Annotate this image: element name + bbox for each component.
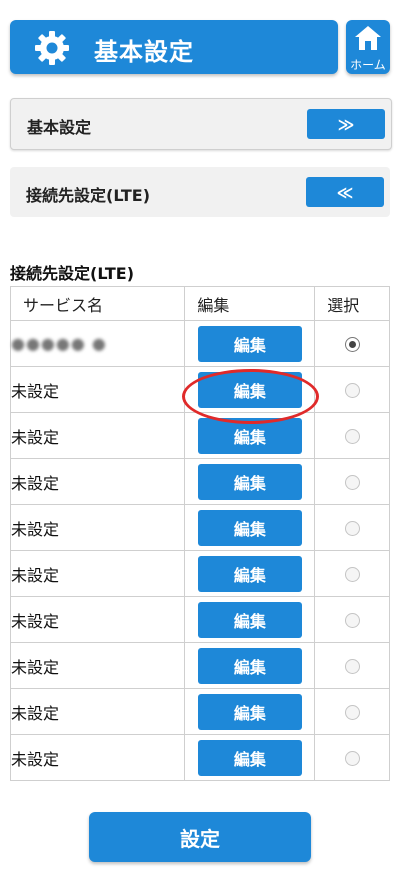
select-radio[interactable] <box>344 521 360 536</box>
edit-cell: 編集 <box>184 596 316 643</box>
table-header-row: サービス名 編集 選択 <box>9 286 390 321</box>
select-cell <box>314 412 390 459</box>
table-row: 未設定 編集 <box>9 688 390 735</box>
service-name: 未設定 <box>9 504 186 551</box>
edit-button[interactable]: 編集 <box>197 601 302 638</box>
edit-button[interactable]: 編集 <box>197 693 302 730</box>
section-label: 基本設定 <box>27 118 92 137</box>
edit-button[interactable]: 編集 <box>197 739 302 776</box>
edit-button[interactable]: 編集 <box>197 417 302 454</box>
select-cell <box>314 504 390 551</box>
table-row: 未設定 編集 <box>9 366 390 413</box>
select-radio[interactable] <box>344 613 360 628</box>
home-icon <box>355 26 381 50</box>
edit-cell: 編集 <box>184 642 316 689</box>
edit-cell: 編集 <box>184 412 316 459</box>
gear-icon <box>35 31 69 65</box>
table-row: ●●●●● ● 編集 <box>9 320 390 367</box>
edit-button[interactable]: 編集 <box>197 647 302 684</box>
edit-cell: 編集 <box>184 688 316 735</box>
home-button[interactable]: ホーム <box>346 20 390 74</box>
section-lte-settings: 接続先設定(LTE) ≪ <box>10 167 390 217</box>
table-row: 未設定 編集 <box>9 642 390 689</box>
select-cell <box>314 734 390 781</box>
expand-button[interactable]: ≫ <box>307 109 385 139</box>
select-cell <box>314 688 390 735</box>
service-name: 未設定 <box>9 734 186 781</box>
service-name: 未設定 <box>9 458 186 505</box>
service-name: 未設定 <box>9 366 186 413</box>
edit-button[interactable]: 編集 <box>197 325 302 362</box>
select-cell <box>314 596 390 643</box>
table-row: 未設定 編集 <box>9 596 390 643</box>
header-bar: 基本設定 <box>10 20 338 74</box>
select-cell <box>314 642 390 689</box>
select-radio[interactable] <box>344 475 360 490</box>
edit-cell: 編集 <box>184 550 316 597</box>
select-radio[interactable] <box>344 751 360 766</box>
edit-button[interactable]: 編集 <box>197 509 302 546</box>
home-label: ホーム <box>350 58 386 72</box>
section-basic-settings: 基本設定 ≫ <box>10 98 392 150</box>
edit-cell: 編集 <box>184 320 316 367</box>
select-radio[interactable] <box>344 705 360 720</box>
edit-cell: 編集 <box>184 458 316 505</box>
page-title: 基本設定 <box>94 38 194 66</box>
lte-connection-table: サービス名 編集 選択 ●●●●● ● 編集 未設定 編集 未設定 編集 未設定… <box>9 286 390 781</box>
select-radio[interactable] <box>344 429 360 444</box>
select-radio[interactable] <box>344 337 360 352</box>
column-header-select: 選択 <box>314 286 390 321</box>
select-cell <box>314 458 390 505</box>
table-row: 未設定 編集 <box>9 412 390 459</box>
service-name: 未設定 <box>9 596 186 643</box>
select-cell <box>314 320 390 367</box>
table-row: 未設定 編集 <box>9 734 390 781</box>
service-name: 未設定 <box>9 550 186 597</box>
select-cell <box>314 366 390 413</box>
select-radio[interactable] <box>344 567 360 582</box>
edit-button[interactable]: 編集 <box>197 555 302 592</box>
table-title: 接続先設定(LTE) <box>10 264 135 283</box>
collapse-button[interactable]: ≪ <box>306 177 384 207</box>
select-cell <box>314 550 390 597</box>
select-radio[interactable] <box>344 383 360 398</box>
submit-button[interactable]: 設定 <box>89 812 311 862</box>
edit-cell: 編集 <box>184 366 316 413</box>
service-name: ●●●●● ● <box>11 334 107 353</box>
service-name: 未設定 <box>9 642 186 689</box>
section-label: 接続先設定(LTE) <box>26 186 151 205</box>
service-name-cell: ●●●●● ● <box>9 320 186 367</box>
column-header-service-name: サービス名 <box>9 286 186 321</box>
table-row: 未設定 編集 <box>9 504 390 551</box>
service-name: 未設定 <box>9 412 186 459</box>
edit-button[interactable]: 編集 <box>197 371 302 408</box>
table-row: 未設定 編集 <box>9 458 390 505</box>
edit-cell: 編集 <box>184 504 316 551</box>
edit-button[interactable]: 編集 <box>197 463 302 500</box>
select-radio[interactable] <box>344 659 360 674</box>
service-name: 未設定 <box>9 688 186 735</box>
table-row: 未設定 編集 <box>9 550 390 597</box>
edit-cell: 編集 <box>184 734 316 781</box>
column-header-edit: 編集 <box>184 286 316 321</box>
